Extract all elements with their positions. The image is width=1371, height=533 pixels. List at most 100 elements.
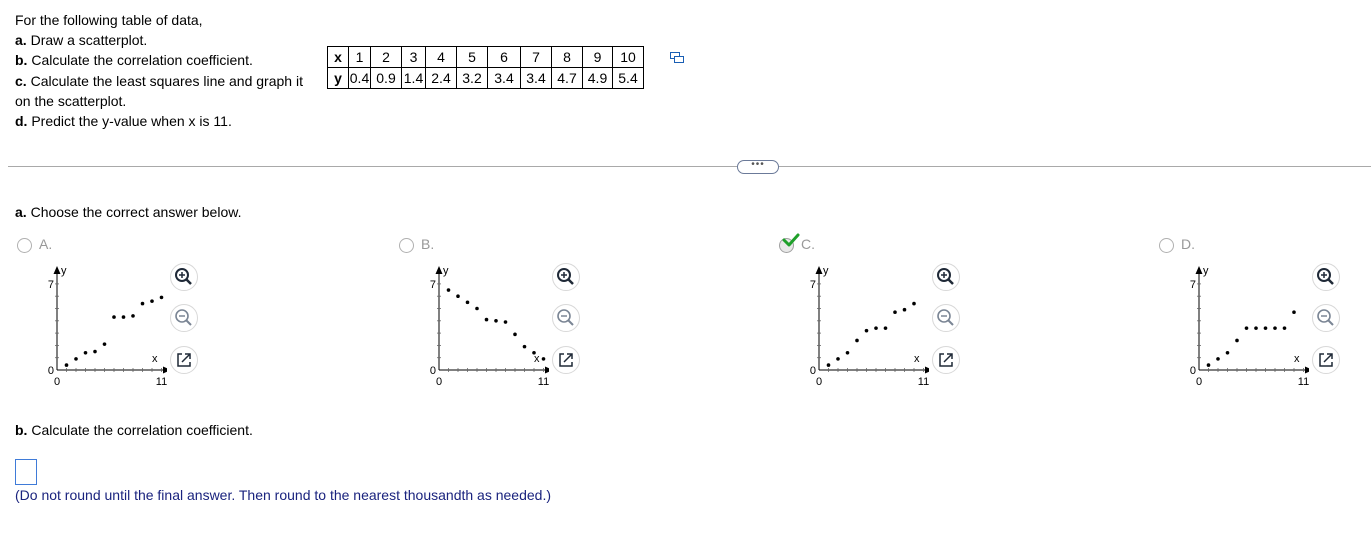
scatter-point [1263, 326, 1268, 330]
x-tick-label: 11 [538, 376, 549, 388]
table-cell: 8 [551, 46, 583, 68]
x-tick-label: 11 [1298, 376, 1309, 388]
part-text: Draw a scatterplot. [26, 32, 148, 49]
option-radio[interactable] [17, 238, 32, 253]
y-tick-label: 7 [810, 279, 816, 291]
data-table: x 1 2 3 4 5 6 7 8 9 10 y 0.4 0.9 1.4 2.4… [327, 46, 644, 89]
table-cell: 4.7 [551, 67, 583, 89]
scatter-point [855, 338, 859, 343]
scatter-point [826, 363, 831, 367]
more-button[interactable]: ••• [737, 160, 779, 174]
zoom-in-icon [175, 268, 192, 285]
zoom-out-button[interactable] [932, 304, 960, 332]
scatter-point [1216, 357, 1220, 361]
pop-out-button[interactable] [170, 346, 198, 374]
x-tick-label: 0 [436, 376, 442, 388]
zoom-in-button[interactable] [1312, 263, 1340, 291]
problem-statement: For the following table of data, a. Draw… [15, 10, 315, 131]
problem-part-b: b. Calculate the correlation coefficient… [15, 50, 315, 70]
scatter-point [836, 357, 840, 361]
section-divider [8, 166, 1371, 167]
scatter-point [1273, 326, 1277, 330]
scatter-point [1235, 338, 1239, 343]
table-cell: 2 [370, 46, 402, 68]
y-axis-label: y [61, 265, 67, 277]
y-axis-label: y [1203, 265, 1209, 277]
pop-out-button[interactable] [1312, 346, 1340, 374]
part-text: Calculate the correlation coefficient. [27, 52, 253, 69]
y-axis-label: y [823, 265, 829, 277]
scatter-point [131, 314, 135, 318]
table-cell: 7 [520, 46, 552, 68]
table-cell: 6 [487, 46, 521, 68]
question-letter: b. [15, 422, 28, 438]
x-axis-label: x [534, 353, 540, 365]
option-label[interactable]: A. [39, 236, 52, 252]
problem-part-d: d. Predict the y-value when x is 11. [15, 111, 315, 131]
option-label[interactable]: C. [801, 236, 815, 252]
problem-intro: For the following table of data, [15, 12, 203, 28]
question-letter: a. [15, 204, 27, 220]
zoom-in-icon [557, 268, 574, 285]
correct-check-icon [782, 233, 800, 247]
zoom-in-button[interactable] [170, 263, 198, 291]
scatter-point [864, 328, 869, 333]
table-cell: 4.9 [582, 67, 613, 89]
copy-table-icon[interactable] [670, 52, 684, 64]
table-row-y: y 0.4 0.9 1.4 2.4 3.2 3.4 3.4 4.7 4.9 5.… [327, 67, 644, 89]
table-cell: 4 [425, 46, 457, 68]
option-label[interactable]: D. [1181, 236, 1195, 252]
scatter-point [883, 326, 888, 330]
scatter-point [484, 317, 489, 322]
scatter-point [1206, 363, 1211, 367]
y-axis-arrow [1195, 266, 1203, 274]
option-label[interactable]: B. [421, 236, 434, 252]
y-axis-label: y [443, 265, 449, 277]
zoom-out-icon [175, 309, 192, 326]
scatter-point [503, 320, 508, 324]
y-axis-arrow [435, 266, 443, 274]
table-cell: 1 [348, 46, 371, 68]
table-cell: 5.4 [612, 67, 644, 89]
table-header-x: x [327, 46, 349, 68]
table-header-y: y [327, 67, 349, 89]
scatter-point [845, 350, 850, 355]
scatter-point [140, 301, 145, 306]
option-radio[interactable] [399, 238, 414, 253]
zoom-out-button[interactable] [170, 304, 198, 332]
pop-out-button[interactable] [552, 346, 580, 374]
zoom-out-button[interactable] [1312, 304, 1340, 332]
question-b: b. Calculate the correlation coefficient… [15, 422, 253, 438]
zoom-in-button[interactable] [932, 263, 960, 291]
pop-out-button[interactable] [932, 346, 960, 374]
scatter-point [893, 310, 897, 314]
scatter-point [102, 342, 107, 346]
table-cell: 0.9 [370, 67, 402, 89]
table-cell: 2.4 [425, 67, 457, 89]
correlation-answer-input[interactable] [15, 459, 37, 485]
scatter-point [475, 306, 479, 311]
x-axis-label: x [914, 353, 920, 365]
question-text: Calculate the correlation coefficient. [27, 422, 253, 438]
scatterplot-graph: yx700 11 [48, 265, 167, 388]
zoom-out-button[interactable] [552, 304, 580, 332]
option-radio[interactable] [1159, 238, 1174, 253]
scatter-point [494, 319, 498, 323]
table-cell: 5 [456, 46, 488, 68]
scatterplot-graph: yx700 11 [810, 265, 929, 388]
y-tick-label: 7 [430, 279, 436, 291]
pop-out-icon [559, 353, 573, 367]
part-letter: d. [15, 113, 28, 130]
x-axis-label: x [1294, 353, 1300, 365]
table-cell: 10 [612, 46, 644, 68]
zoom-in-button[interactable] [552, 263, 580, 291]
scatter-point [159, 295, 164, 300]
rounding-note: (Do not round until the final answer. Th… [15, 487, 551, 503]
x-tick-label: 0 [54, 376, 60, 388]
scatter-point [1254, 326, 1258, 330]
pop-out-icon [1319, 353, 1333, 367]
table-cell: 3.4 [487, 67, 521, 89]
x-axis-arrow [925, 366, 929, 374]
scatter-point [83, 350, 88, 355]
scatter-point [456, 294, 460, 298]
